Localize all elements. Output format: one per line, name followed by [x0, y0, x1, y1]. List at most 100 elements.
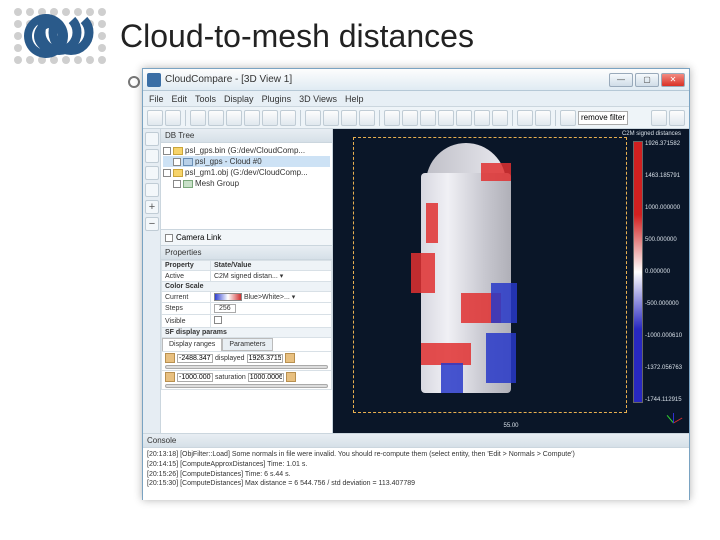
titlebar: CloudCompare - [3D View 1] — ▢ ✕: [143, 69, 689, 91]
filter-button[interactable]: [560, 110, 576, 126]
prop-label: Visible: [162, 315, 211, 328]
scale-bar: [633, 141, 643, 403]
settings-button[interactable]: [669, 110, 685, 126]
tab-display-ranges[interactable]: Display ranges: [162, 338, 222, 351]
refresh-button[interactable]: [280, 110, 296, 126]
save-button[interactable]: [165, 110, 181, 126]
scalebutton[interactable]: [145, 183, 159, 197]
close-button[interactable]: ✕: [661, 73, 685, 87]
camera-link-row: Camera Link: [161, 229, 332, 246]
prop-section: SF display params: [162, 328, 332, 338]
3d-viewport[interactable]: C2M signed distances: [333, 129, 689, 433]
scale-ruler: 55.00: [503, 423, 518, 429]
filter-select[interactable]: remove filter: [578, 111, 628, 125]
left-panel: DB Tree psl_gps.bin (G:/dev/CloudComp...…: [161, 129, 333, 433]
colorramp-icon: [214, 293, 242, 301]
ruler-button[interactable]: [323, 110, 339, 126]
console-line: [20:13:18] [ObjFilter::Load] Some normal…: [147, 450, 685, 460]
maximize-button[interactable]: ▢: [635, 73, 659, 87]
center-button[interactable]: [262, 110, 278, 126]
points-button[interactable]: [145, 166, 159, 180]
app-window: CloudCompare - [3D View 1] — ▢ ✕ File Ed…: [142, 68, 690, 500]
tree-label: psl_gps - Cloud #0: [195, 157, 262, 166]
camera-link-checkbox[interactable]: [165, 234, 173, 242]
plus-icon[interactable]: +: [145, 200, 159, 214]
merge-button[interactable]: [402, 110, 418, 126]
prop-label: Current: [162, 292, 211, 303]
menu-file[interactable]: File: [149, 94, 164, 104]
properties-panel: PropertyState/Value ActiveC2M signed dis…: [161, 260, 332, 433]
sat-low-input[interactable]: [177, 373, 213, 382]
sat-high-input[interactable]: [248, 373, 284, 382]
camera-link-label: Camera Link: [176, 233, 221, 242]
minimize-button[interactable]: —: [609, 73, 633, 87]
tree-row[interactable]: psl_gps - Cloud #0: [163, 156, 330, 167]
light-button[interactable]: [145, 132, 159, 146]
db-tree[interactable]: psl_gps.bin (G:/dev/CloudComp... psl_gps…: [161, 143, 332, 229]
menu-edit[interactable]: Edit: [172, 94, 188, 104]
prop-value[interactable]: Blue>White>... ▾: [210, 292, 331, 303]
menu-plugins[interactable]: Plugins: [262, 94, 292, 104]
tab-parameters[interactable]: Parameters: [222, 338, 272, 351]
register-button[interactable]: [456, 110, 472, 126]
prop-header: State/Value: [210, 261, 331, 271]
menu-3dviews[interactable]: 3D Views: [299, 94, 337, 104]
left-toolbar: + −: [143, 129, 161, 433]
view-iso-button[interactable]: [244, 110, 260, 126]
view-top-button[interactable]: [190, 110, 206, 126]
slide-logo: [12, 6, 110, 69]
view-side-button[interactable]: [226, 110, 242, 126]
tree-row[interactable]: psl_gps.bin (G:/dev/CloudComp...: [163, 145, 330, 156]
addsf-button[interactable]: [535, 110, 551, 126]
wireframe-button[interactable]: [145, 149, 159, 163]
visible-checkbox[interactable]: [210, 315, 331, 328]
minus-icon[interactable]: −: [145, 217, 159, 231]
subsample-button[interactable]: [438, 110, 454, 126]
prop-label: Active: [162, 271, 211, 282]
range-low-input[interactable]: [177, 354, 213, 363]
view-front-button[interactable]: [208, 110, 224, 126]
stats-button[interactable]: [492, 110, 508, 126]
checkbox-icon[interactable]: [173, 158, 181, 166]
console-output[interactable]: [20:13:18] [ObjFilter::Load] Some normal…: [143, 448, 689, 500]
tree-row[interactable]: Mesh Group: [163, 178, 330, 189]
steps-stepper[interactable]: 256: [210, 303, 331, 315]
scale-labels: 1926.371582 1463.185791 1000.000000 500.…: [643, 141, 683, 403]
menu-display[interactable]: Display: [224, 94, 254, 104]
console-line: [20:14:15] [ComputeApproxDistances] Time…: [147, 460, 685, 470]
window-title: CloudCompare - [3D View 1]: [165, 74, 609, 85]
camera-button[interactable]: [651, 110, 667, 126]
properties-title: Properties: [161, 246, 332, 260]
cloud-icon: [183, 158, 193, 166]
folder-icon: [173, 169, 183, 177]
bullet-icon: [128, 76, 140, 88]
menu-help[interactable]: Help: [345, 94, 364, 104]
axes-gizmo: [663, 407, 683, 427]
checkbox-icon[interactable]: [173, 180, 181, 188]
prop-value[interactable]: C2M signed distan... ▾: [210, 271, 331, 282]
sat-slider[interactable]: [165, 384, 328, 388]
pick-button[interactable]: [305, 110, 321, 126]
render-area: [351, 135, 629, 415]
clone-button[interactable]: [384, 110, 400, 126]
range-slider[interactable]: [165, 365, 328, 369]
menu-tools[interactable]: Tools: [195, 94, 216, 104]
color-button[interactable]: [341, 110, 357, 126]
sf-button[interactable]: [517, 110, 533, 126]
distance-button[interactable]: [474, 110, 490, 126]
checkbox-icon[interactable]: [163, 147, 171, 155]
console-panel: Console [20:13:18] [ObjFilter::Load] Som…: [143, 433, 689, 499]
tree-label: psl_gps.bin (G:/dev/CloudComp...: [185, 146, 305, 155]
app-icon: [147, 73, 161, 87]
checkbox-icon[interactable]: [163, 169, 171, 177]
open-button[interactable]: [147, 110, 163, 126]
console-title: Console: [143, 434, 689, 448]
tool-button[interactable]: [359, 110, 375, 126]
tree-row[interactable]: psl_gm1.obj (G:/dev/CloudComp...: [163, 167, 330, 178]
range-high-input[interactable]: [247, 354, 283, 363]
menubar: File Edit Tools Display Plugins 3D Views…: [143, 91, 689, 107]
delete-button[interactable]: [420, 110, 436, 126]
main-toolbar: remove filter: [143, 107, 689, 129]
dbtree-title: DB Tree: [161, 129, 332, 143]
cube-icon: [286, 372, 296, 382]
